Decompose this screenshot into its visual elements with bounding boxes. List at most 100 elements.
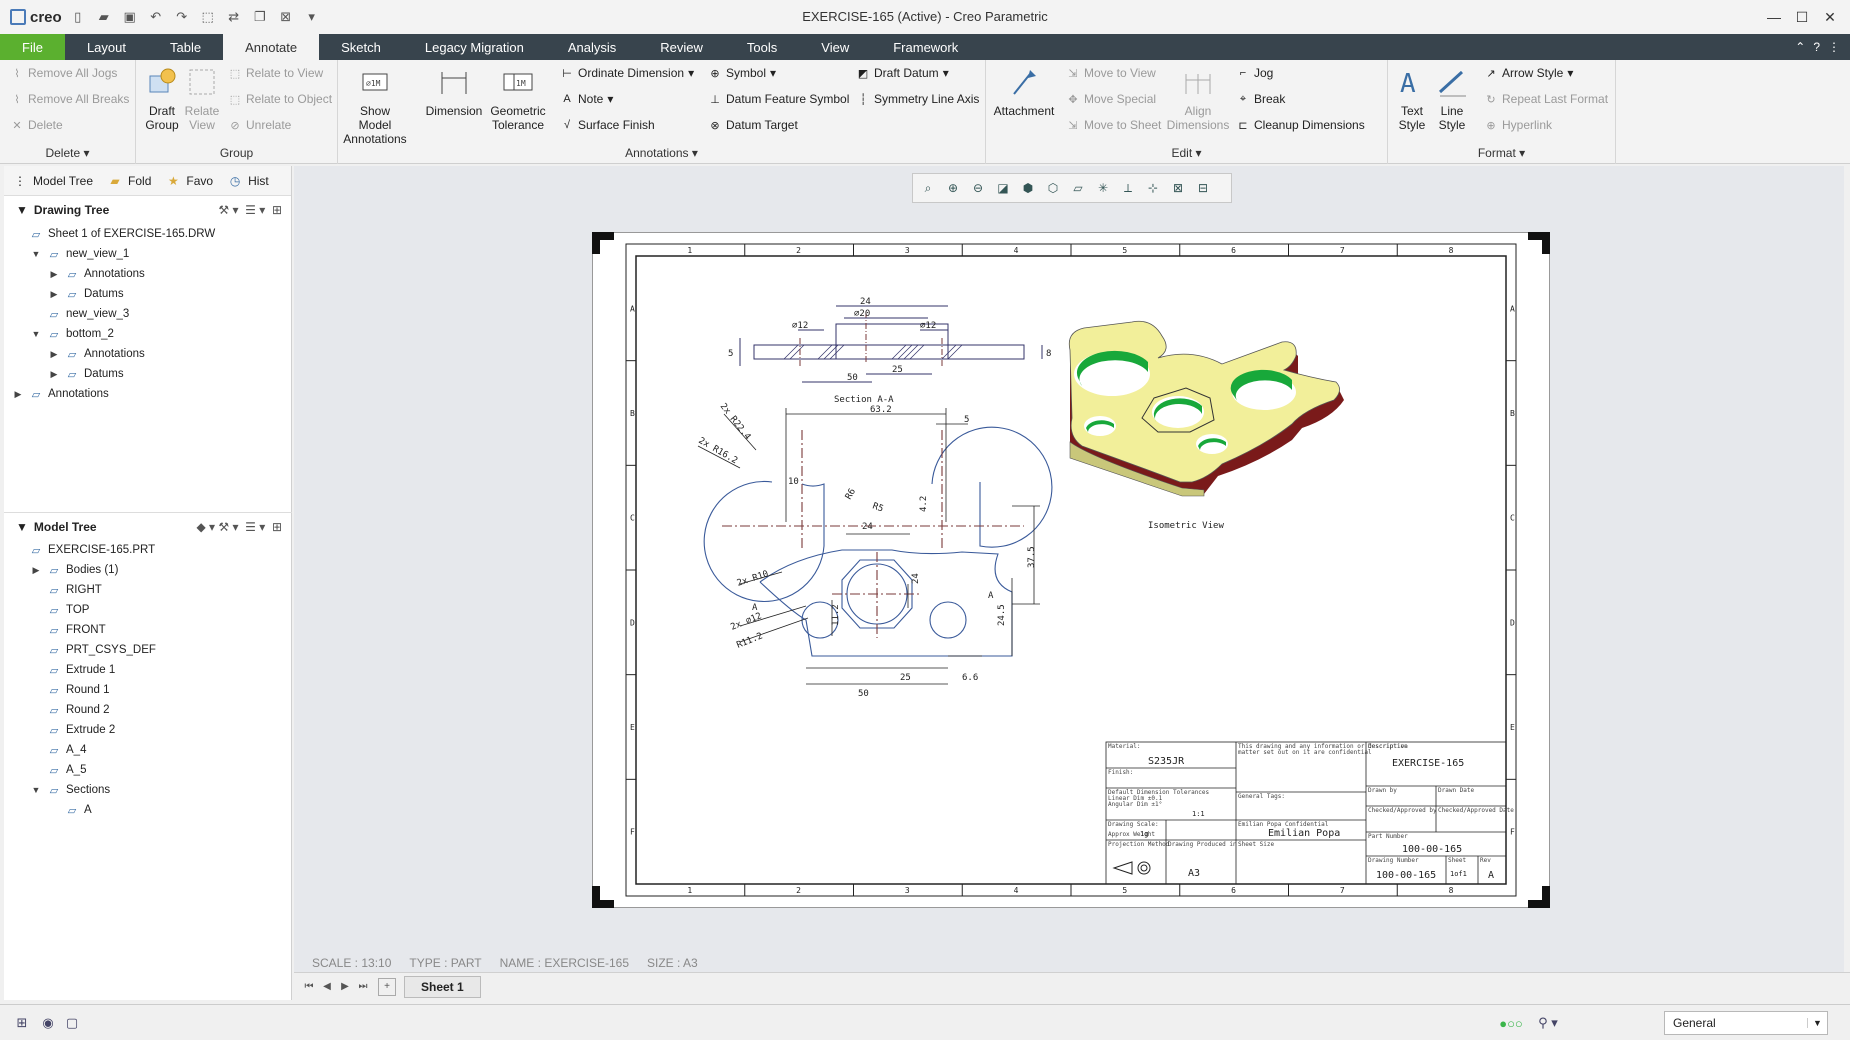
drawing-tree-item[interactable]: ▼ ▱ new_view_1 xyxy=(4,244,292,264)
geometric-tolerance-button[interactable]: 1M Geometric Tolerance xyxy=(486,64,550,132)
dim-dia-12-left[interactable]: ⌀12 xyxy=(792,321,808,331)
model-tree-item[interactable]: ▱ Extrude 2 xyxy=(4,720,292,740)
dim-dia-12-right[interactable]: ⌀12 xyxy=(920,321,936,331)
maximize-icon[interactable]: ☐ xyxy=(1788,0,1816,34)
title-sheet-size[interactable]: A3 xyxy=(1188,868,1200,879)
dim-5-section[interactable]: 5 xyxy=(728,349,733,359)
move-to-sheet-button[interactable]: ⇲ Move to Sheet xyxy=(1066,114,1161,136)
tab-sketch[interactable]: Sketch xyxy=(319,34,403,60)
show-model-annotations-button[interactable]: ⌀1M Show Model Annotations xyxy=(342,64,408,146)
relate-to-object-button[interactable]: ⬚ Relate to Object xyxy=(228,88,332,110)
tab-model-tree[interactable]: ⋮ Model Tree xyxy=(12,173,93,189)
break-button[interactable]: ⌖ Break xyxy=(1236,88,1285,110)
model-tree-tools[interactable]: ◆ ▾ ⚒ ▾ ☰ ▾ ⊞ xyxy=(196,520,282,534)
delete-group-label[interactable]: Delete ▾ xyxy=(0,146,135,160)
tab-layout[interactable]: Layout xyxy=(65,34,148,60)
saved-orientations-icon[interactable]: ⬡ xyxy=(1042,177,1064,199)
arrow-style-button[interactable]: ↗ Arrow Style ▾ xyxy=(1484,62,1573,84)
model-tree-item[interactable]: ▱ A_5 xyxy=(4,760,292,780)
tab-history[interactable]: ◷ Hist xyxy=(227,173,269,189)
dim-8-section[interactable]: 8 xyxy=(1046,349,1051,359)
title-drawing-number[interactable]: 100-00-165 xyxy=(1376,870,1436,881)
help-icon[interactable]: ? xyxy=(1813,40,1820,54)
draft-group-button[interactable]: Draft Group xyxy=(140,64,184,132)
tab-favorites[interactable]: ★ Favo xyxy=(165,173,213,189)
dim-5-top[interactable]: 5 xyxy=(964,415,969,425)
tab-table[interactable]: Table xyxy=(148,34,223,60)
collapse-model-tree-icon[interactable]: ▼ xyxy=(16,520,28,534)
drawing-tree-item[interactable]: ▱ new_view_3 xyxy=(4,304,292,324)
model-tree-item[interactable]: ▱ EXERCISE-165.PRT xyxy=(4,540,292,560)
hyperlink-button[interactable]: ⊕ Hyperlink xyxy=(1484,114,1552,136)
close-window-icon[interactable]: ⊠ xyxy=(276,7,296,27)
drawing-tree-item[interactable]: ▶ ▱ Datums xyxy=(4,284,292,304)
tab-view[interactable]: View xyxy=(799,34,871,60)
title-scale[interactable]: 1:1 xyxy=(1192,810,1205,818)
first-sheet-icon[interactable]: ⏮ xyxy=(300,978,318,996)
model-tree-item[interactable]: ▱ FRONT xyxy=(4,620,292,640)
fullscreen-icon[interactable]: ▢ xyxy=(62,1013,82,1033)
dim-50-top[interactable]: 50 xyxy=(858,689,869,699)
previous-sheet-icon[interactable]: ◀ xyxy=(318,978,336,996)
expand-toggle-icon[interactable]: ▶ xyxy=(48,349,60,360)
chevron-down-icon[interactable]: ▼ xyxy=(1807,1018,1827,1028)
selection-filter[interactable]: General ▼ xyxy=(1664,1011,1828,1035)
drawing-tree-item[interactable]: ▶ ▱ Annotations xyxy=(4,264,292,284)
note-button[interactable]: A Note ▾ xyxy=(560,88,613,110)
line-style-button[interactable]: Line Style xyxy=(1432,64,1472,132)
zoom-out-icon[interactable]: ⊖ xyxy=(967,177,989,199)
title-material[interactable]: S235JR xyxy=(1148,756,1185,767)
graphics-area[interactable]: ⌕ ⊕ ⊖ ◪ ⬢ ⬡ ▱ ✳ ⟂ ⊹ ⊠ ⊟ 112 2 3 3 4 4 5 … xyxy=(294,166,1844,972)
refit-icon[interactable]: ⌕ xyxy=(917,177,939,199)
windows-icon[interactable]: ❐ xyxy=(250,7,270,27)
remove-all-breaks-button[interactable]: ⌇ Remove All Breaks xyxy=(10,88,129,110)
navigator-toggle-icon[interactable]: ⊞ xyxy=(12,1013,32,1033)
next-sheet-icon[interactable]: ▶ xyxy=(336,978,354,996)
title-part-number[interactable]: 100-00-165 xyxy=(1402,844,1462,855)
title-revision[interactable]: A xyxy=(1488,870,1494,881)
drawing-tree-tools[interactable]: ⚒ ▾ ☰ ▾ ⊞ xyxy=(218,203,282,217)
section-a-a-label[interactable]: Section A-A xyxy=(834,395,894,405)
tab-tools[interactable]: Tools xyxy=(725,34,799,60)
drawing-tree-header[interactable]: ▼ Drawing Tree ⚒ ▾ ☰ ▾ ⊞ xyxy=(4,196,292,224)
last-sheet-icon[interactable]: ⏭ xyxy=(354,978,372,996)
select-box-icon[interactable]: ⬚ xyxy=(198,7,218,27)
model-tree-item[interactable]: ▱ A xyxy=(4,800,292,820)
expand-toggle-icon[interactable]: ▼ xyxy=(30,329,42,339)
drawing-svg[interactable]: 1122334455667788A AB BC CD DE EF F 24 ⌀2… xyxy=(591,231,1551,909)
dim-6-6[interactable]: 6.6 xyxy=(962,673,978,683)
customize-qat-icon[interactable]: ▾ xyxy=(302,7,322,27)
tab-file[interactable]: File xyxy=(0,34,65,60)
drawing-tree-item[interactable]: ▶ ▱ Annotations xyxy=(4,344,292,364)
annotation-display-icon[interactable]: ⟂ xyxy=(1117,177,1139,199)
dim-63-2[interactable]: 63.2 xyxy=(870,405,892,415)
collapse-ribbon-icon[interactable]: ⌃ xyxy=(1795,40,1805,54)
isometric-view-label[interactable]: Isometric View xyxy=(1148,521,1224,531)
align-dimensions-button[interactable]: Align Dimensions xyxy=(1167,64,1229,132)
tab-framework[interactable]: Framework xyxy=(871,34,980,60)
dim-24-hex[interactable]: 24 xyxy=(862,522,873,532)
display-style-icon[interactable]: ⬢ xyxy=(1017,177,1039,199)
dim-24[interactable]: 24 xyxy=(860,297,871,307)
dim-24-5[interactable]: 24.5 xyxy=(997,604,1007,626)
title-mass[interactable]: 1g xyxy=(1140,830,1148,838)
model-tree-item[interactable]: ▱ RIGHT xyxy=(4,580,292,600)
drawing-tree-item[interactable]: ▶ ▱ Datums xyxy=(4,364,292,384)
close-icon[interactable]: ✕ xyxy=(1816,0,1844,34)
find-icon[interactable]: ⚲ ▾ xyxy=(1530,1013,1566,1033)
jog-button[interactable]: ⌐ Jog xyxy=(1236,62,1274,84)
redo-icon[interactable]: ↷ xyxy=(172,7,192,27)
tab-folder-browser[interactable]: ▰ Fold xyxy=(107,173,151,189)
text-style-button[interactable]: A Text Style xyxy=(1392,64,1432,132)
tab-analysis[interactable]: Analysis xyxy=(546,34,638,60)
symmetry-line-axis-button[interactable]: ┆ Symmetry Line Axis xyxy=(856,88,980,110)
tab-legacy-migration[interactable]: Legacy Migration xyxy=(403,34,546,60)
model-tree-item[interactable]: ▼ ▱ Sections xyxy=(4,780,292,800)
model-tree-item[interactable]: ▱ A_4 xyxy=(4,740,292,760)
unrelate-button[interactable]: ⊘ Unrelate xyxy=(228,114,291,136)
move-to-view-button[interactable]: ⇲ Move to View xyxy=(1066,62,1155,84)
symbol-button[interactable]: ⊕ Symbol ▾ xyxy=(708,62,776,84)
dim-25-top[interactable]: 25 xyxy=(900,673,911,683)
expand-toggle-icon[interactable]: ▶ xyxy=(48,369,60,380)
open-folder-icon[interactable]: ▰ xyxy=(94,7,114,27)
